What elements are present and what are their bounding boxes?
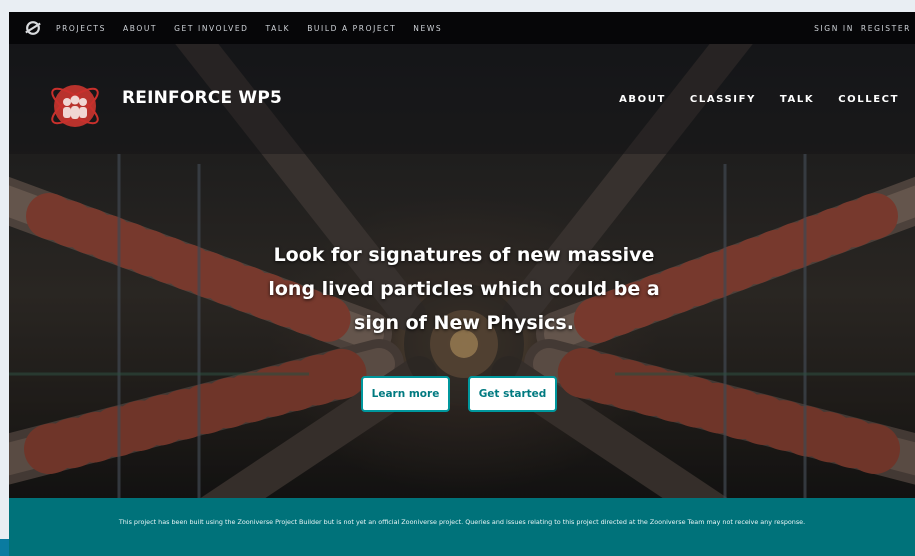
page-corner-accent xyxy=(0,539,9,556)
account-links: SIGN IN REGISTER xyxy=(807,24,911,33)
sign-in-link[interactable]: SIGN IN xyxy=(814,24,854,33)
nav-projects[interactable]: PROJECTS xyxy=(56,24,106,33)
learn-more-button[interactable]: Learn more xyxy=(361,376,450,412)
atom-people-icon[interactable] xyxy=(47,78,103,134)
project-nav: ABOUT CLASSIFY TALK COLLECT xyxy=(595,94,899,105)
unofficial-project-notice: This project has been built using the Zo… xyxy=(9,498,915,556)
nav-build-a-project[interactable]: BUILD A PROJECT xyxy=(307,24,396,33)
nav-news[interactable]: NEWS xyxy=(413,24,442,33)
nav-about[interactable]: ABOUT xyxy=(123,24,157,33)
get-started-button[interactable]: Get started xyxy=(468,376,557,412)
register-link[interactable]: REGISTER xyxy=(861,24,911,33)
zooniverse-logo-icon[interactable] xyxy=(24,19,42,37)
hero-tagline: Look for signatures of new massive long … xyxy=(268,244,660,334)
project-nav-classify[interactable]: CLASSIFY xyxy=(690,94,756,105)
zooniverse-top-bar: PROJECTS ABOUT GET INVOLVED TALK BUILD A… xyxy=(9,12,915,44)
project-nav-talk[interactable]: TALK xyxy=(780,94,814,105)
page-frame: PROJECTS ABOUT GET INVOLVED TALK BUILD A… xyxy=(9,12,915,556)
nav-talk[interactable]: TALK xyxy=(266,24,291,33)
zooniverse-nav: PROJECTS ABOUT GET INVOLVED TALK BUILD A… xyxy=(56,24,459,33)
project-nav-collect[interactable]: COLLECT xyxy=(838,94,899,105)
nav-get-involved[interactable]: GET INVOLVED xyxy=(174,24,248,33)
project-nav-about[interactable]: ABOUT xyxy=(619,94,666,105)
project-title[interactable]: REINFORCE WP5 xyxy=(122,88,282,108)
